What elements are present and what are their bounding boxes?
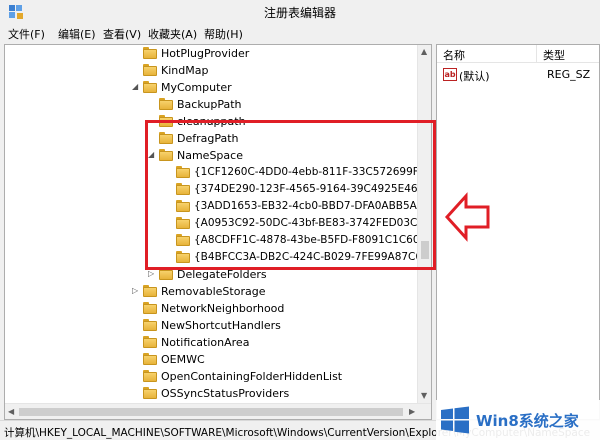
tree-node[interactable]: OSSyncStatusProviders [5, 385, 419, 402]
tree-node-label: NewShortcutHandlers [161, 319, 281, 332]
tree-node[interactable]: ◢ MyComputer [5, 79, 419, 96]
horizontal-scrollbar[interactable]: ◀ ▶ [5, 403, 431, 419]
scroll-right-icon[interactable]: ▶ [409, 407, 415, 417]
vertical-scroll-thumb[interactable] [421, 241, 429, 259]
window-title: 注册表编辑器 [263, 6, 336, 20]
menu-edit[interactable]: 编辑(E) [58, 26, 96, 42]
tree-node[interactable]: {A0953C92-50DC-43bf-BE83-3742FED03C9C} [5, 215, 431, 232]
tree-node-label: OEMWC [161, 353, 205, 366]
folder-icon [143, 336, 157, 348]
tree-node[interactable]: ▷ RemovableStorage [5, 283, 419, 300]
tree-node[interactable]: OpenContainingFolderHiddenList [5, 368, 419, 385]
watermark-text: Win8系统之家 [476, 412, 579, 430]
tree-node-label: {374DE290-123F-4565-9164-39C4925E467B} [194, 183, 432, 195]
tree-node-label: OSSyncStatusProviders [161, 387, 290, 400]
tree-rows: HotPlugProvider KindMap ◢ MyComputer BackupP… [5, 45, 431, 403]
horizontal-scroll-thumb[interactable] [19, 408, 403, 416]
title-bar: 注册表编辑器 [0, 0, 600, 24]
expanded-chevron-icon[interactable]: ◢ [132, 82, 140, 91]
registry-tree-pane[interactable]: HotPlugProvider KindMap ◢ MyComputer BackupP… [4, 44, 432, 420]
tree-node-label: cleanuppath [177, 115, 246, 128]
tree-node[interactable]: NetworkNeighborhood [5, 300, 419, 317]
tree-node-label: DefragPath [177, 132, 239, 145]
watermark: Win8系统之家 [436, 400, 600, 440]
tree-node[interactable]: ▷ DelegateFolders [5, 266, 419, 283]
menu-bar: 文件(F) 编辑(E) 查看(V) 收藏夹(A) 帮助(H) [0, 24, 600, 42]
tree-node-label: OpenContainingFolderHiddenList [161, 370, 343, 383]
folder-icon [176, 200, 190, 212]
menu-view[interactable]: 查看(V) [103, 26, 141, 42]
menu-favorites[interactable]: 收藏夹(A) [148, 26, 197, 42]
folder-icon [159, 115, 173, 127]
folder-icon [143, 353, 157, 365]
folder-icon [176, 217, 190, 229]
folder-icon [176, 234, 190, 246]
folder-icon [159, 149, 173, 161]
folder-icon [143, 81, 157, 93]
tree-node[interactable]: DefragPath [5, 130, 419, 147]
tree-node-label: KindMap [161, 64, 209, 77]
folder-icon [143, 47, 157, 59]
folder-icon [143, 387, 157, 399]
annotation-arrow-left-icon [444, 192, 490, 242]
tree-node[interactable]: {B4BFCC3A-DB2C-424C-B029-7FE99A87C641} [5, 249, 431, 266]
scroll-down-icon[interactable]: ▼ [421, 391, 427, 401]
tree-node[interactable]: {3ADD1653-EB32-4cb0-BBD7-DFA0ABB5ACCA} [5, 198, 431, 215]
tree-node-label: NotificationArea [161, 336, 250, 349]
tree-node[interactable]: NewShortcutHandlers [5, 317, 419, 334]
expanded-chevron-icon[interactable]: ◢ [148, 150, 156, 159]
column-header-type[interactable]: 类型 [537, 45, 599, 63]
tree-node[interactable]: ◢ NameSpace [5, 147, 419, 164]
collapsed-chevron-icon[interactable]: ▷ [132, 286, 140, 295]
tree-node[interactable]: {A8CDFF1C-4878-43be-B5FD-F8091C1C60D0} [5, 232, 431, 249]
value-row[interactable]: ab (默认) REG_SZ [437, 67, 599, 83]
tree-node-label: DelegateFolders [177, 268, 267, 281]
collapsed-chevron-icon[interactable]: ▷ [148, 269, 156, 278]
folder-icon [143, 370, 157, 382]
tree-node-label: NameSpace [177, 149, 243, 162]
scroll-up-icon[interactable]: ▲ [421, 47, 427, 57]
folder-icon [176, 183, 190, 195]
folder-icon [143, 285, 157, 297]
tree-node[interactable]: {374DE290-123F-4565-9164-39C4925E467B} [5, 181, 431, 198]
value-name: (默认) [459, 70, 490, 83]
tree-node-label: {B4BFCC3A-DB2C-424C-B029-7FE99A87C641} [194, 251, 432, 263]
menu-file[interactable]: 文件(F) [8, 26, 45, 42]
folder-icon [176, 166, 190, 178]
tree-node[interactable]: BackupPath [5, 96, 419, 113]
tree-node[interactable]: {1CF1260C-4DD0-4ebb-811F-33C572699FDE} [5, 164, 431, 181]
tree-node-label: {1CF1260C-4DD0-4ebb-811F-33C572699FDE} [194, 166, 432, 178]
tree-node[interactable]: HotPlugProvider [5, 45, 419, 62]
tree-node-label: MyComputer [161, 81, 232, 94]
folder-icon [159, 268, 173, 280]
folder-icon [159, 132, 173, 144]
vertical-scrollbar[interactable]: ▲ ▼ [417, 45, 431, 405]
tree-node[interactable]: OEMWC [5, 351, 419, 368]
tree-node-label: {3ADD1653-EB32-4cb0-BBD7-DFA0ABB5ACCA} [194, 200, 432, 212]
scroll-left-icon[interactable]: ◀ [8, 407, 14, 417]
folder-icon [143, 319, 157, 331]
column-header-name[interactable]: 名称 [437, 45, 537, 63]
tree-node-label: RemovableStorage [161, 285, 266, 298]
tree-node-label: BackupPath [177, 98, 242, 111]
value-type: REG_SZ [547, 68, 591, 81]
folder-icon [143, 64, 157, 76]
tree-node-label: {A8CDFF1C-4878-43be-B5FD-F8091C1C60D0} [194, 234, 432, 246]
tree-node[interactable]: cleanuppath [5, 113, 419, 130]
tree-node-label: {A0953C92-50DC-43bf-BE83-3742FED03C9C} [194, 217, 432, 229]
folder-icon [159, 98, 173, 110]
tree-node[interactable]: NotificationArea [5, 334, 419, 351]
folder-icon [176, 251, 190, 263]
tree-node[interactable]: KindMap [5, 62, 419, 79]
tree-node-label: NetworkNeighborhood [161, 302, 285, 315]
ab-string-icon: ab [443, 68, 457, 81]
windows-logo-icon [441, 406, 469, 434]
tree-node-label: HotPlugProvider [161, 47, 250, 60]
menu-help[interactable]: 帮助(H) [204, 26, 243, 42]
folder-icon [143, 302, 157, 314]
